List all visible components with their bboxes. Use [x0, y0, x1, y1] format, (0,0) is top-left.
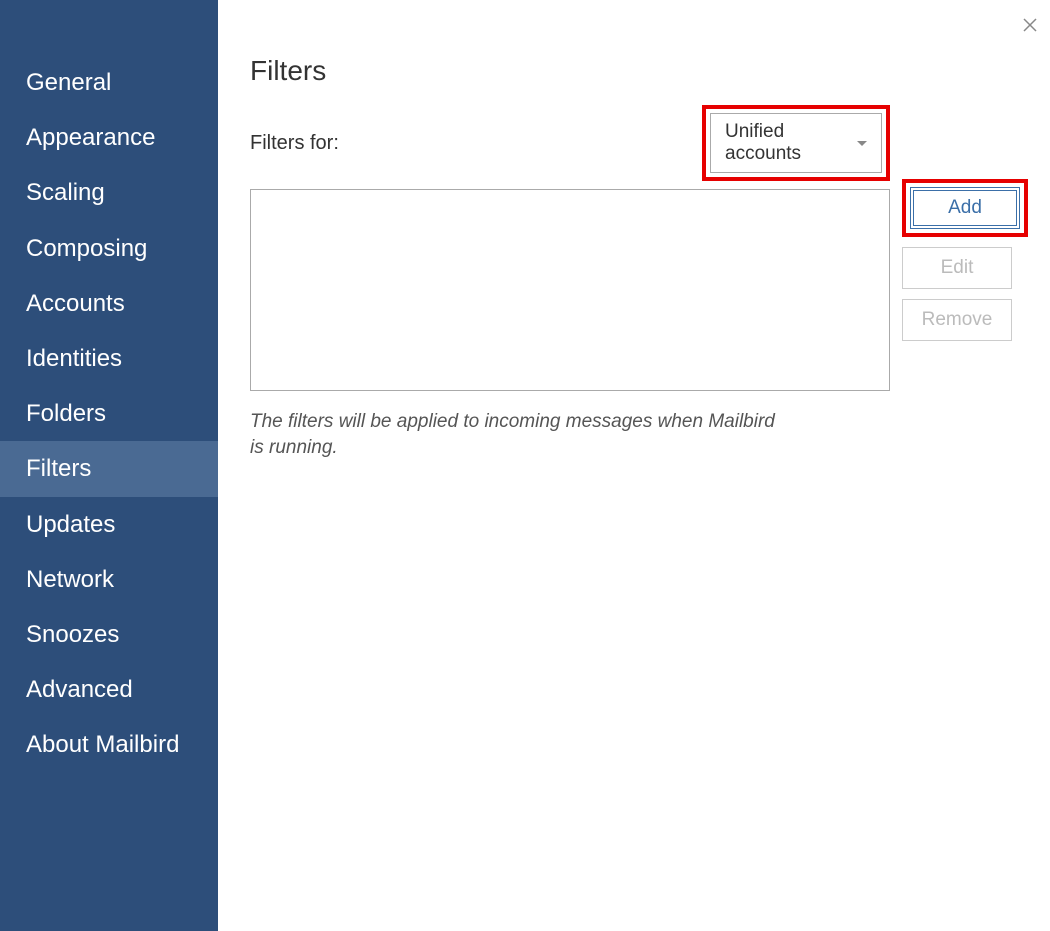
sidebar-item-accounts[interactable]: Accounts: [0, 276, 218, 331]
sidebar-item-folders[interactable]: Folders: [0, 386, 218, 441]
edit-button[interactable]: Edit: [902, 247, 1012, 289]
chevron-down-icon: [857, 141, 867, 146]
filters-listbox[interactable]: [250, 189, 890, 391]
sidebar-item-composing[interactable]: Composing: [0, 221, 218, 276]
dropdown-value: Unified accounts: [725, 121, 849, 165]
add-button-highlight: Add: [902, 179, 1028, 237]
account-dropdown[interactable]: Unified accounts: [710, 113, 882, 173]
sidebar-item-about-mailbird[interactable]: About Mailbird: [0, 717, 218, 772]
main-panel: Filters Filters for: Unified accounts Ad…: [218, 0, 1050, 931]
page-title: Filters: [250, 55, 1028, 87]
remove-button[interactable]: Remove: [902, 299, 1012, 341]
filters-content-row: Add Edit Remove: [250, 189, 1028, 391]
sidebar-item-general[interactable]: General: [0, 55, 218, 110]
filters-for-label: Filters for:: [250, 132, 339, 155]
filter-actions: Add Edit Remove: [902, 189, 1028, 391]
sidebar-item-identities[interactable]: Identities: [0, 331, 218, 386]
sidebar-item-appearance[interactable]: Appearance: [0, 110, 218, 165]
add-button[interactable]: Add: [910, 187, 1020, 229]
help-text: The filters will be applied to incoming …: [250, 409, 790, 460]
sidebar-item-scaling[interactable]: Scaling: [0, 165, 218, 220]
settings-sidebar: General Appearance Scaling Composing Acc…: [0, 0, 218, 931]
sidebar-item-filters[interactable]: Filters: [0, 441, 218, 496]
sidebar-item-advanced[interactable]: Advanced: [0, 662, 218, 717]
sidebar-item-snoozes[interactable]: Snoozes: [0, 607, 218, 662]
dropdown-highlight: Unified accounts: [702, 105, 890, 181]
sidebar-item-updates[interactable]: Updates: [0, 497, 218, 552]
sidebar-item-network[interactable]: Network: [0, 552, 218, 607]
close-icon: [1022, 17, 1038, 33]
filters-for-row: Filters for: Unified accounts: [250, 105, 890, 181]
close-button[interactable]: [1020, 15, 1040, 35]
